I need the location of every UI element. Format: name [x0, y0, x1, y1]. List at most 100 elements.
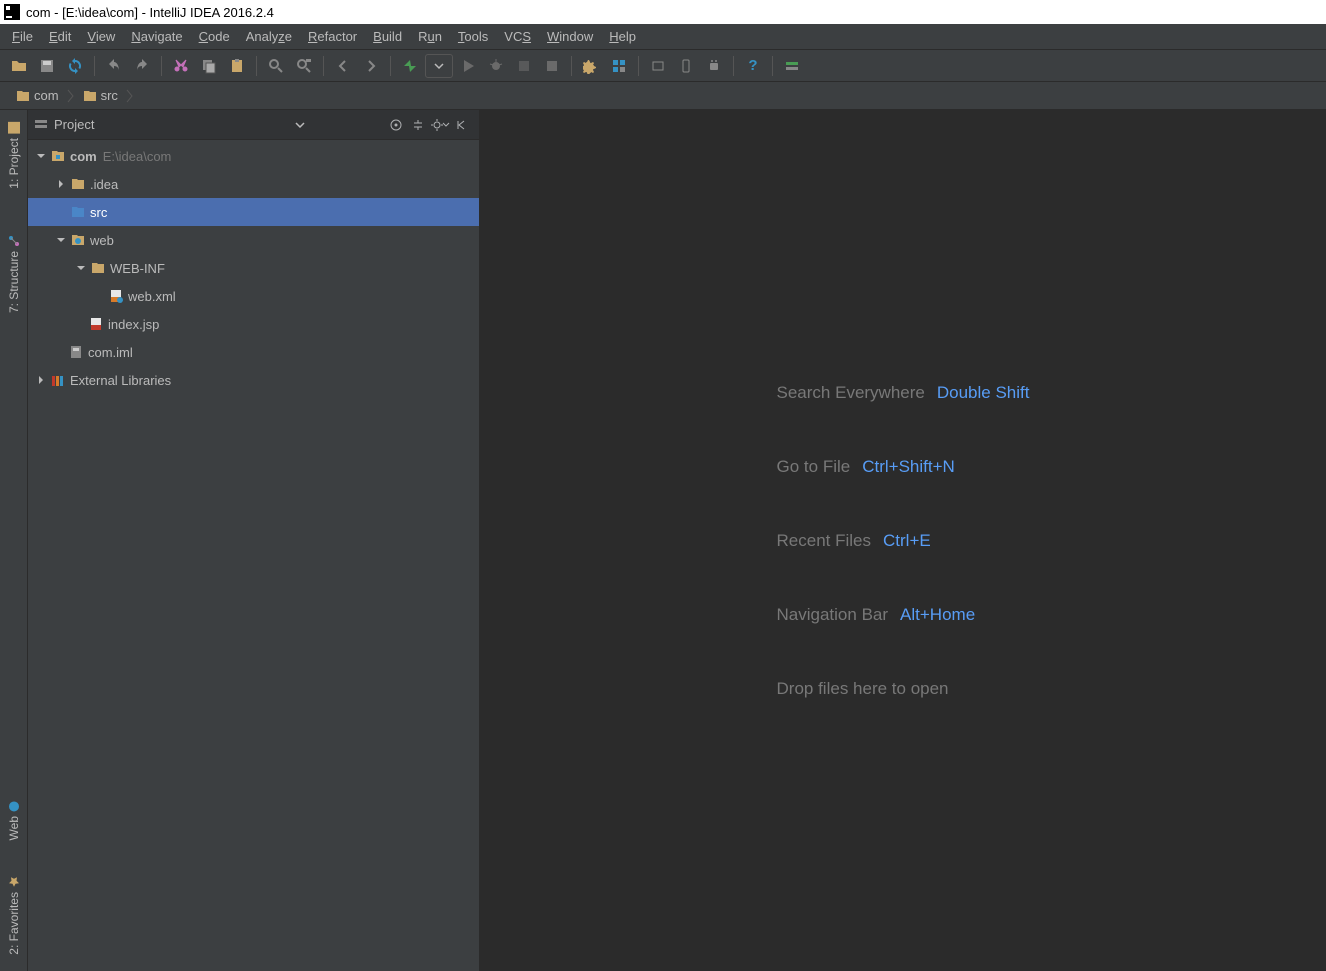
project-tree[interactable]: com E:\idea\com .idea src web WE	[28, 140, 479, 971]
run-button[interactable]	[455, 53, 481, 79]
project-icon	[8, 122, 20, 134]
tree-row[interactable]: WEB-INF	[28, 254, 479, 282]
scroll-from-source-button[interactable]	[385, 114, 407, 136]
breadcrumb: com src	[0, 82, 1326, 110]
tree-row[interactable]: web.xml	[28, 282, 479, 310]
avd-button[interactable]	[673, 53, 699, 79]
web-icon	[8, 800, 20, 812]
back-button[interactable]	[330, 53, 356, 79]
tree-row-libraries[interactable]: External Libraries	[28, 366, 479, 394]
menu-edit[interactable]: Edit	[41, 25, 79, 48]
menu-file[interactable]: File	[4, 25, 41, 48]
folder-icon	[70, 176, 86, 192]
coverage-button[interactable]	[511, 53, 537, 79]
arrow-right-icon[interactable]	[54, 177, 68, 191]
hint-label: Go to File	[777, 457, 851, 477]
tree-label: web.xml	[128, 289, 176, 304]
tool-window-project[interactable]: 1: Project	[7, 114, 21, 197]
titlebar: com - [E:\idea\com] - IntelliJ IDEA 2016…	[0, 0, 1326, 24]
separator	[390, 56, 391, 76]
tool-window-strip-left: 1: Project 7: Structure Web 2: Favorites	[0, 110, 28, 971]
menu-analyze[interactable]: Analyze	[238, 25, 300, 48]
open-button[interactable]	[6, 53, 32, 79]
menu-run[interactable]: Run	[410, 25, 450, 48]
hint-label: Recent Files	[777, 531, 871, 551]
arrow-down-icon[interactable]	[74, 261, 88, 275]
tree-label: External Libraries	[70, 373, 171, 388]
menu-vcs[interactable]: VCS	[496, 25, 539, 48]
menu-tools[interactable]: Tools	[450, 25, 496, 48]
paste-button[interactable]	[224, 53, 250, 79]
search-everywhere-button[interactable]	[779, 53, 805, 79]
find-button[interactable]	[263, 53, 289, 79]
save-button[interactable]	[34, 53, 60, 79]
hint-row: Recent Files Ctrl+E	[777, 531, 1030, 551]
separator	[256, 56, 257, 76]
tool-window-structure[interactable]: 7: Structure	[7, 227, 21, 321]
forward-button[interactable]	[358, 53, 384, 79]
structure-icon	[8, 235, 20, 247]
arrow-down-icon[interactable]	[34, 149, 48, 163]
replace-button[interactable]	[291, 53, 317, 79]
module-folder-icon	[50, 148, 66, 164]
menu-help[interactable]: Help	[601, 25, 644, 48]
cut-button[interactable]	[168, 53, 194, 79]
redo-button[interactable]	[129, 53, 155, 79]
hint-label: Drop files here to open	[777, 679, 949, 699]
separator	[571, 56, 572, 76]
tree-label: web	[90, 233, 114, 248]
tree-path: E:\idea\com	[103, 149, 172, 164]
menu-window[interactable]: Window	[539, 25, 601, 48]
stop-button[interactable]	[539, 53, 565, 79]
title-text: com - [E:\idea\com] - IntelliJ IDEA 2016…	[26, 5, 274, 20]
breadcrumb-item[interactable]: com	[8, 84, 67, 107]
menu-view[interactable]: View	[79, 25, 123, 48]
menubar: File Edit View Navigate Code Analyze Ref…	[0, 24, 1326, 50]
arrow-placeholder	[54, 205, 68, 219]
tree-row[interactable]: com.iml	[28, 338, 479, 366]
tree-label: com	[70, 149, 97, 164]
settings-button[interactable]	[578, 53, 604, 79]
tool-window-web[interactable]: Web	[7, 792, 21, 848]
sync-button[interactable]	[62, 53, 88, 79]
help-button[interactable]: ?	[740, 53, 766, 79]
tree-row-root[interactable]: com E:\idea\com	[28, 142, 479, 170]
tree-row[interactable]: web	[28, 226, 479, 254]
menu-navigate[interactable]: Navigate	[123, 25, 190, 48]
run-config-combo[interactable]	[425, 54, 453, 78]
tree-row[interactable]: index.jsp	[28, 310, 479, 338]
breadcrumb-label: src	[101, 88, 118, 103]
separator	[94, 56, 95, 76]
sdk-button[interactable]	[645, 53, 671, 79]
make-button[interactable]	[397, 53, 423, 79]
arrow-down-icon[interactable]	[54, 233, 68, 247]
main-area: 1: Project 7: Structure Web 2: Favorites…	[0, 110, 1326, 971]
tree-label: com.iml	[88, 345, 133, 360]
tree-row-selected[interactable]: src	[28, 198, 479, 226]
menu-code[interactable]: Code	[191, 25, 238, 48]
hide-panel-button[interactable]	[451, 114, 473, 136]
tree-row[interactable]: .idea	[28, 170, 479, 198]
tree-label: .idea	[90, 177, 118, 192]
project-panel-header: Project	[28, 110, 479, 140]
debug-button[interactable]	[483, 53, 509, 79]
copy-button[interactable]	[196, 53, 222, 79]
arrow-right-icon[interactable]	[34, 373, 48, 387]
menu-build[interactable]: Build	[365, 25, 410, 48]
collapse-all-button[interactable]	[407, 114, 429, 136]
star-icon	[8, 876, 20, 888]
tool-window-favorites[interactable]: 2: Favorites	[7, 868, 21, 963]
breadcrumb-item[interactable]: src	[75, 84, 126, 107]
android-button[interactable]	[701, 53, 727, 79]
panel-settings-button[interactable]	[429, 114, 451, 136]
undo-button[interactable]	[101, 53, 127, 79]
project-panel: Project com E:\idea\com .idea	[28, 110, 480, 971]
welcome-hints: Search Everywhere Double Shift Go to Fil…	[777, 383, 1030, 699]
hint-key: Ctrl+E	[883, 531, 931, 551]
hint-key: Double Shift	[937, 383, 1030, 403]
folder-icon	[83, 89, 97, 103]
project-structure-button[interactable]	[606, 53, 632, 79]
project-panel-title-combo[interactable]: Project	[34, 117, 305, 132]
menu-refactor[interactable]: Refactor	[300, 25, 365, 48]
editor-area[interactable]: Search Everywhere Double Shift Go to Fil…	[480, 110, 1326, 971]
